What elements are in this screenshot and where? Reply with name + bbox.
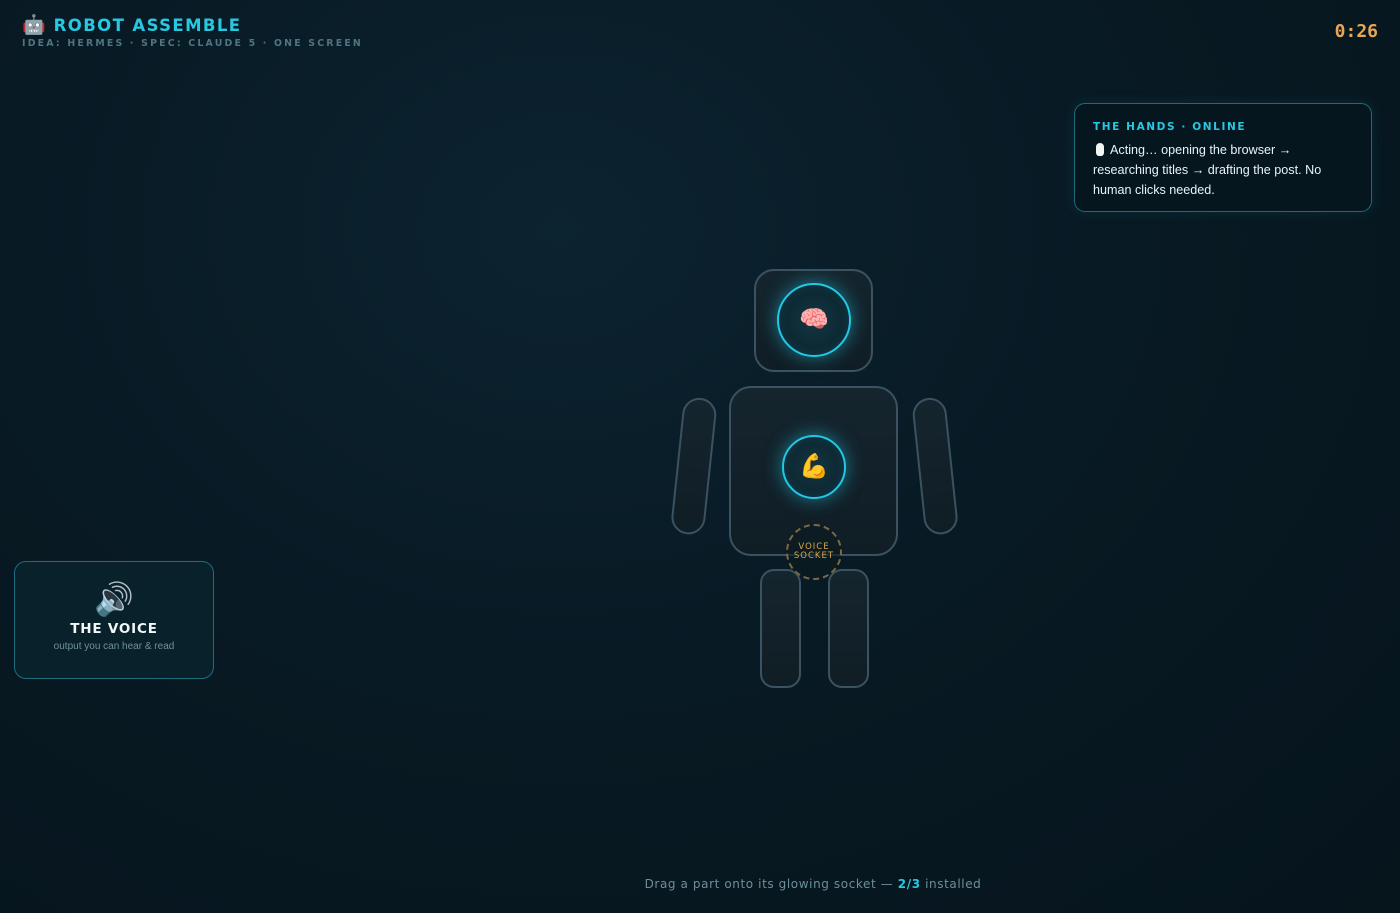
status-card: THE HANDS · ONLINE Acting… opening the b… (1074, 103, 1372, 212)
footer-instruction: Drag a part onto its glowing socket — 2/… (0, 877, 1400, 891)
brain-socket: 🧠 (777, 283, 851, 357)
footer-suffix: installed (925, 877, 982, 891)
voice-socket-label: VOICE SOCKET (793, 541, 835, 561)
part-description: output you can hear & read (53, 641, 175, 652)
status-body-wrapper: Acting… opening the browser → researchin… (1093, 140, 1353, 200)
footer-text: Drag a part onto its glowing socket — (644, 877, 894, 891)
robot-leg-right (828, 569, 869, 688)
speaker-icon: 🔊 (94, 581, 134, 617)
part-name: THE VOICE (70, 621, 158, 637)
mouse-icon (1096, 143, 1104, 156)
voice-socket[interactable]: VOICE SOCKET (786, 524, 842, 580)
app-title: ROBOT ASSEMBLE (53, 16, 242, 35)
robot-arm-right (911, 396, 960, 537)
robot-icon: 🤖 (22, 15, 46, 36)
timer: 0:26 (1334, 21, 1378, 42)
hands-socket: 💪 (782, 435, 846, 499)
install-progress: 2/3 (897, 877, 921, 891)
app-header: 🤖 ROBOT ASSEMBLE (22, 16, 241, 35)
robot-arm-left (669, 396, 718, 537)
flexed-arm-icon: 💪 (799, 453, 829, 480)
status-body: Acting… opening the browser → researchin… (1093, 143, 1322, 197)
voice-part-card[interactable]: 🔊 THE VOICE output you can hear & read (14, 561, 214, 679)
status-heading: THE HANDS · ONLINE (1093, 121, 1247, 133)
app-subtitle: IDEA: HERMES · SPEC: CLAUDE 5 · ONE SCRE… (22, 38, 363, 49)
robot-leg-left (760, 569, 801, 688)
brain-icon: 🧠 (799, 306, 829, 333)
